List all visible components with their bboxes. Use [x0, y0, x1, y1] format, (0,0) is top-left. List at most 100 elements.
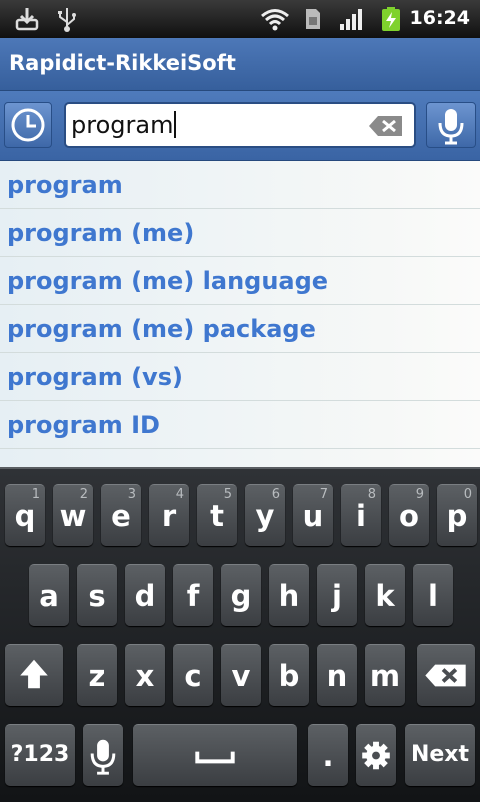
key-label: u: [302, 499, 324, 533]
key-label: Next: [410, 742, 470, 767]
key-label: c: [184, 659, 202, 693]
key-label: s: [88, 579, 106, 613]
wifi-icon: [261, 9, 289, 31]
soft-keyboard: 1q 2w 3e 4r 5t 6y 7u 8i 9o 0p a s d f g …: [0, 467, 480, 802]
key-a[interactable]: a: [29, 564, 69, 626]
suggestion-label: program (me): [7, 219, 195, 247]
key-j[interactable]: j: [317, 564, 357, 626]
key-m[interactable]: m: [365, 644, 405, 706]
key-r[interactable]: 4r: [149, 484, 189, 546]
app-title: Rapidict-RikkeiSoft: [9, 51, 236, 75]
history-button[interactable]: [4, 102, 52, 148]
microphone-icon: [438, 109, 464, 145]
suggestion-label: program (vs): [7, 363, 183, 391]
key-label: q: [14, 499, 36, 533]
key-y[interactable]: 6y: [245, 484, 285, 546]
suggestion-label: program (me) language: [7, 267, 329, 295]
backspace-icon: [425, 664, 466, 687]
key-p[interactable]: 0p: [437, 484, 477, 546]
key-label: b: [278, 659, 300, 693]
key-u[interactable]: 7u: [293, 484, 333, 546]
key-o[interactable]: 9o: [389, 484, 429, 546]
gear-icon: [362, 741, 390, 770]
suggestion-item[interactable]: program (me): [0, 209, 480, 257]
clear-search-icon[interactable]: [368, 114, 404, 138]
suggestion-item[interactable]: program: [0, 161, 480, 209]
voice-search-button[interactable]: [426, 102, 476, 148]
key-x[interactable]: x: [125, 644, 165, 706]
key-z[interactable]: z: [77, 644, 117, 706]
next-key[interactable]: Next: [405, 724, 475, 786]
usb-icon: [58, 8, 76, 32]
key-d[interactable]: d: [125, 564, 165, 626]
key-h[interactable]: h: [269, 564, 309, 626]
voice-input-key[interactable]: [83, 724, 123, 786]
key-c[interactable]: c: [173, 644, 213, 706]
search-input[interactable]: program: [64, 102, 416, 148]
suggestion-label: program: [7, 171, 123, 199]
download-icon: [15, 8, 39, 31]
key-e[interactable]: 3e: [101, 484, 141, 546]
key-label: z: [88, 659, 106, 693]
key-label: f: [186, 579, 200, 613]
key-b[interactable]: b: [269, 644, 309, 706]
search-bar: program: [0, 91, 480, 162]
space-key[interactable]: [133, 724, 297, 786]
period-key[interactable]: .: [308, 724, 348, 786]
key-label: l: [428, 579, 438, 613]
suggestion-item[interactable]: program (vs): [0, 353, 480, 401]
key-label: i: [356, 499, 366, 533]
suggestion-label: program (me) package: [7, 315, 316, 343]
signal-icon: [340, 9, 362, 30]
backspace-key[interactable]: [417, 644, 475, 706]
key-label: w: [59, 499, 87, 533]
key-w[interactable]: 2w: [53, 484, 93, 546]
clock-icon: [11, 108, 45, 142]
key-label: r: [161, 499, 177, 533]
key-label: .: [322, 739, 334, 773]
app-title-bar: Rapidict-RikkeiSoft: [0, 38, 480, 91]
key-t[interactable]: 5t: [197, 484, 237, 546]
key-label: v: [231, 659, 251, 693]
key-label: o: [399, 499, 419, 533]
key-label: g: [230, 579, 252, 613]
key-f[interactable]: f: [173, 564, 213, 626]
suggestion-item[interactable]: program (me) language: [0, 257, 480, 305]
status-bar: 16:24: [0, 0, 480, 38]
battery-charging-icon: [382, 7, 400, 31]
key-l[interactable]: l: [413, 564, 453, 626]
key-label: x: [135, 659, 155, 693]
status-time: 16:24: [409, 7, 470, 29]
suggestion-item[interactable]: program (me) package: [0, 305, 480, 353]
text-cursor: [174, 111, 177, 138]
key-label: p: [446, 499, 468, 533]
key-v[interactable]: v: [221, 644, 261, 706]
space-bar-icon: [195, 751, 235, 764]
key-label: e: [111, 499, 131, 533]
key-g[interactable]: g: [221, 564, 261, 626]
key-label: m: [369, 659, 401, 693]
symbols-key[interactable]: ?123: [5, 724, 75, 786]
sim-icon: [306, 9, 320, 29]
settings-key[interactable]: [356, 724, 396, 786]
key-label: d: [134, 579, 156, 613]
key-n[interactable]: n: [317, 644, 357, 706]
key-label: y: [255, 499, 275, 533]
key-label: t: [210, 499, 224, 533]
key-label: n: [326, 659, 348, 693]
key-i[interactable]: 8i: [341, 484, 381, 546]
key-label: a: [39, 579, 59, 613]
suggestion-label: program ID: [7, 411, 160, 439]
suggestion-item[interactable]: program ID: [0, 401, 480, 449]
key-label: h: [278, 579, 300, 613]
key-q[interactable]: 1q: [5, 484, 45, 546]
key-s[interactable]: s: [77, 564, 117, 626]
suggestion-list: program program (me) program (me) langua…: [0, 161, 480, 467]
key-label: k: [375, 579, 395, 613]
search-input-value: program: [71, 111, 174, 139]
shift-key[interactable]: [5, 644, 63, 706]
shift-arrow-icon: [20, 659, 48, 689]
key-k[interactable]: k: [365, 564, 405, 626]
microphone-icon: [90, 739, 116, 775]
key-label: ?123: [10, 742, 70, 767]
